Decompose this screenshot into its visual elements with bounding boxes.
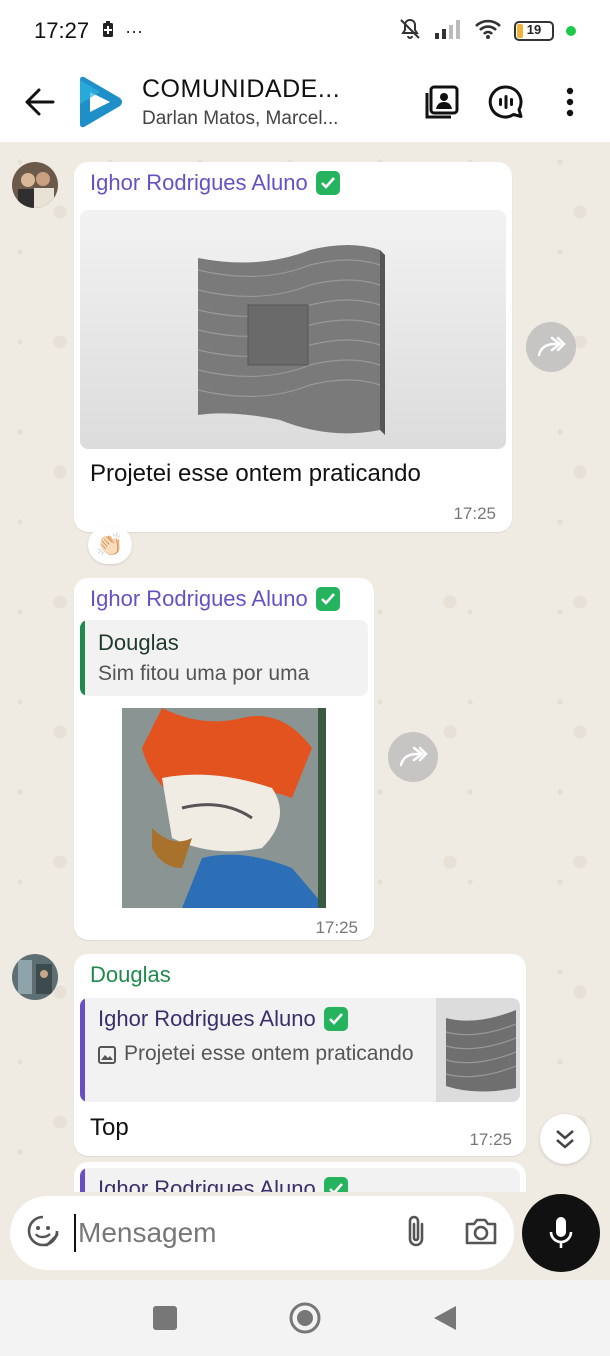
forward-button[interactable] bbox=[526, 322, 576, 372]
wifi-icon bbox=[474, 18, 502, 45]
camera-button[interactable] bbox=[464, 1216, 498, 1251]
battery-icon: 19 bbox=[514, 21, 554, 41]
verified-check-icon bbox=[323, 1007, 348, 1031]
paperclip-icon bbox=[408, 1215, 424, 1246]
status-right-icons: 19 bbox=[398, 17, 576, 46]
more-vertical-icon bbox=[566, 87, 574, 117]
battery-level: 19 bbox=[526, 22, 542, 37]
quote-thumbnail bbox=[436, 998, 520, 1102]
message-time: 17:25 bbox=[453, 504, 496, 523]
more-notifications-icon: ··· bbox=[125, 20, 144, 41]
back-arrow-icon bbox=[25, 88, 55, 116]
battery-saver-icon bbox=[101, 20, 115, 43]
message-text: Projetei esse ontem praticando bbox=[90, 460, 421, 487]
triangle-back-icon bbox=[434, 1306, 456, 1330]
chat-info[interactable]: COMUNIDADE... Darlan Matos, Marcel... bbox=[142, 75, 374, 130]
sender-name[interactable]: Douglas bbox=[90, 962, 171, 988]
chat-participants: Darlan Matos, Marcel... bbox=[142, 107, 339, 129]
message-time: 17:25 bbox=[469, 1130, 512, 1149]
sender-name[interactable]: Ighor Rodrigues Aluno bbox=[98, 1176, 348, 1192]
signal-icon bbox=[434, 19, 462, 44]
chat-title: COMUNIDADE... bbox=[142, 74, 341, 103]
back-button[interactable] bbox=[20, 82, 60, 122]
chat-header: COMUNIDADE... Darlan Matos, Marcel... bbox=[0, 62, 610, 142]
camera-icon bbox=[465, 1218, 497, 1244]
back-nav-button[interactable] bbox=[425, 1298, 465, 1338]
square-icon bbox=[153, 1306, 177, 1330]
verified-check-icon bbox=[323, 1177, 348, 1192]
quoted-message[interactable]: Douglas Sim fitou uma por uma bbox=[80, 620, 368, 696]
quote-text: Projetei esse ontem praticando bbox=[124, 1042, 414, 1065]
status-bar: 17:27 ··· 19 bbox=[0, 0, 610, 62]
quoted-message[interactable]: Ighor Rodrigues Aluno Projetei esse onte… bbox=[80, 998, 520, 1102]
quote-accent-bar bbox=[80, 998, 85, 1102]
group-logo bbox=[80, 76, 122, 128]
microphone-icon bbox=[549, 1217, 573, 1248]
voice-record-button[interactable] bbox=[522, 1194, 600, 1272]
system-nav-bar bbox=[0, 1280, 610, 1356]
sticker-icon bbox=[27, 1215, 59, 1246]
verified-check-icon bbox=[315, 587, 340, 611]
avatar[interactable] bbox=[12, 954, 58, 1000]
chat-area[interactable]: Ighor Rodrigues Aluno Projetei esse onte… bbox=[0, 142, 610, 1192]
more-options-button[interactable] bbox=[548, 80, 592, 124]
sender-label: Ighor Rodrigues Aluno bbox=[98, 1176, 316, 1192]
quote-accent-bar bbox=[80, 1168, 85, 1192]
attach-button[interactable] bbox=[404, 1214, 428, 1253]
mute-bell-icon bbox=[398, 17, 422, 46]
sender-label: Douglas bbox=[90, 962, 171, 987]
message-bubble[interactable]: Ighor Rodrigues Aluno bbox=[74, 1162, 526, 1192]
quote-sender: Douglas bbox=[98, 630, 179, 655]
image-icon bbox=[98, 1042, 116, 1073]
avatar[interactable] bbox=[12, 162, 58, 208]
privacy-dot-icon bbox=[566, 26, 576, 36]
quote-sender-row: Ighor Rodrigues Aluno bbox=[98, 1006, 348, 1032]
sender-name[interactable]: Ighor Rodrigues Aluno bbox=[90, 170, 340, 196]
emoji-button[interactable] bbox=[26, 1214, 60, 1253]
message-composer bbox=[10, 1196, 514, 1270]
forward-button[interactable] bbox=[388, 732, 438, 782]
verified-check-icon bbox=[315, 171, 340, 195]
gallery-icon bbox=[425, 85, 459, 119]
reaction-badge[interactable]: 👏🏻 bbox=[88, 526, 132, 564]
quote-sender: Ighor Rodrigues Aluno bbox=[98, 1006, 316, 1031]
call-button[interactable] bbox=[484, 80, 528, 124]
sender-label: Ighor Rodrigues Aluno bbox=[90, 170, 308, 195]
quote-text-row: Projetei esse ontem praticando bbox=[98, 1038, 418, 1073]
message-bubble[interactable]: Ighor Rodrigues Aluno Projetei esse onte… bbox=[74, 162, 512, 532]
double-chevron-down-icon bbox=[556, 1130, 574, 1149]
group-avatar[interactable] bbox=[72, 73, 130, 131]
call-icon bbox=[488, 85, 523, 119]
scroll-to-bottom-button[interactable] bbox=[540, 1114, 590, 1164]
circle-icon bbox=[289, 1302, 321, 1334]
message-time: 17:25 bbox=[315, 918, 358, 937]
sticker-image[interactable] bbox=[122, 708, 326, 908]
message-input[interactable] bbox=[74, 1214, 354, 1252]
composer-actions bbox=[404, 1214, 498, 1253]
home-button[interactable] bbox=[285, 1298, 325, 1338]
quote-accent-bar bbox=[80, 620, 85, 696]
message-bubble[interactable]: Ighor Rodrigues Aluno Douglas Sim fitou … bbox=[74, 578, 374, 940]
gallery-button[interactable] bbox=[420, 80, 464, 124]
status-left-icons: ··· bbox=[101, 20, 143, 43]
message-text: Top bbox=[90, 1114, 129, 1141]
recent-apps-button[interactable] bbox=[145, 1298, 185, 1338]
header-actions bbox=[420, 80, 610, 124]
sender-label: Ighor Rodrigues Aluno bbox=[90, 586, 308, 611]
message-bubble[interactable]: Douglas Ighor Rodrigues Aluno Projetei e… bbox=[74, 954, 526, 1156]
quote-text: Sim fitou uma por uma bbox=[98, 662, 310, 685]
message-image[interactable] bbox=[80, 210, 506, 449]
status-time: 17:27 bbox=[34, 18, 90, 43]
forward-icon bbox=[399, 746, 428, 767]
forward-icon bbox=[537, 336, 566, 357]
sender-name[interactable]: Ighor Rodrigues Aluno bbox=[90, 586, 340, 612]
